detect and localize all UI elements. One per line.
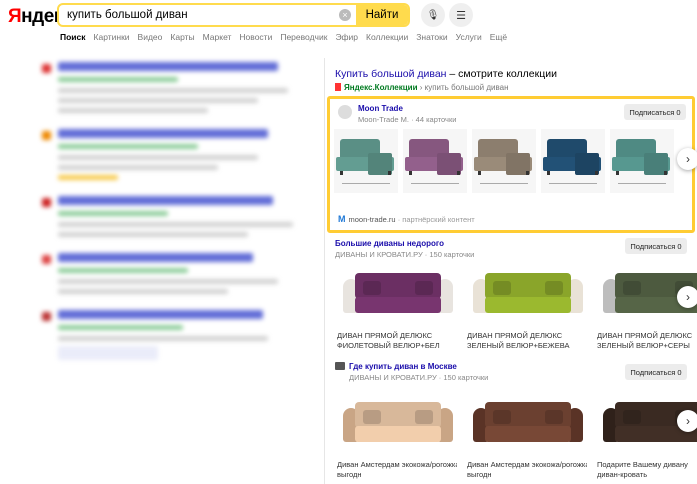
wizard-title[interactable]: Купить большой диван – смотрите коллекци… <box>335 68 557 80</box>
sofa-image <box>337 392 457 454</box>
source-brand-link[interactable]: Яндекс.Коллекции <box>344 83 418 92</box>
collection-header-moscow-sofas: Где купить диван в Москве ДИВАНЫ И КРОВА… <box>335 362 687 384</box>
product-caption: Диван Амстердам экокожа/рогожка - выгодн <box>337 460 457 480</box>
tab-9[interactable]: Знатоки <box>416 32 447 42</box>
card-footer: Mmoon-trade.ru · партнёрский контент <box>338 214 475 224</box>
tab-10[interactable]: Услуги <box>456 32 482 42</box>
product-title-line: ДИВАН ПРЯМОЙ ДЕЛЮКС <box>337 331 433 340</box>
product-caption: ДИВАН ПРЯМОЙ ДЕЛЮКС ЗЕЛЕНЫЙ ВЕЛЮР+СЕРЫ <box>597 331 697 351</box>
yandex-serp: Яндекс × Найти 🎙 ☰ ПоискКартинкиВидеоКар… <box>0 0 697 484</box>
carousel-next-button[interactable]: › <box>677 148 697 170</box>
product-caption: Подарите Вашему дивану диван-кровать <box>597 460 697 480</box>
subscribe-button[interactable]: Подписаться 0 <box>625 238 687 254</box>
collection-subtitle: Moon-Trade M. · 44 карточки <box>358 115 457 124</box>
collection-card-moon-trade: Moon Trade Moon-Trade M. · 44 карточки П… <box>327 96 695 233</box>
subscribe-button[interactable]: Подписаться 0 <box>624 104 686 120</box>
product-title-line: Подарите Вашему дивану <box>597 460 688 469</box>
product-title-line: Диван Амстердам экокожа/рогожка - <box>337 460 457 469</box>
sofa-thumbnail[interactable] <box>472 129 536 193</box>
product-title-line: выгодн <box>337 470 362 479</box>
settings-icon: ☰ <box>456 9 466 22</box>
product-card[interactable]: Диван Амстердам экокожа/рогожка - выгодн <box>337 392 457 480</box>
microphone-icon: 🎙 <box>426 9 440 21</box>
footer-host-link[interactable]: moon-trade.ru <box>349 215 396 224</box>
result-item <box>38 62 300 113</box>
collection-source: ДИВАНЫ И КРОВАТИ.РУ · 150 карточки <box>349 373 489 382</box>
search-input[interactable] <box>59 5 334 25</box>
tab-8[interactable]: Коллекции <box>366 32 408 42</box>
find-button[interactable]: Найти <box>356 5 408 25</box>
product-caption: Диван Амстердам экокожа/рогожка - выгодн <box>467 460 587 480</box>
wizard-source: Яндекс.Коллекции › купить большой диван <box>335 83 508 92</box>
collection-source: ДИВАНЫ И КРОВАТИ.РУ · 150 карточки <box>335 250 475 259</box>
product-title-line: ДИВАН ПРЯМОЙ ДЕЛЮКС <box>597 331 693 340</box>
sofa-image <box>337 263 457 325</box>
avatar[interactable] <box>338 105 352 119</box>
search-settings-button[interactable]: ☰ <box>449 3 473 27</box>
subscribe-button[interactable]: Подписаться 0 <box>625 364 687 380</box>
tab-1[interactable]: Картинки <box>94 32 130 42</box>
tab-4[interactable]: Маркет <box>203 32 232 42</box>
tab-7[interactable]: Эфир <box>335 32 358 42</box>
card-header: Moon Trade Moon-Trade M. · 44 карточки П… <box>338 103 686 129</box>
carousel-next-button[interactable]: › <box>677 410 697 432</box>
voice-search-button[interactable]: 🎙 <box>421 3 445 27</box>
sofa-image <box>467 263 587 325</box>
sofa-image <box>467 392 587 454</box>
chevron-right-icon: › <box>686 414 690 428</box>
product-title-line: Диван Амстердам экокожа/рогожка - <box>467 460 587 469</box>
collection-name[interactable]: Где купить диван в Москве <box>335 362 457 371</box>
sofa-thumbnail[interactable] <box>334 129 398 193</box>
tab-3[interactable]: Карты <box>170 32 194 42</box>
collection-image-icon <box>335 362 345 370</box>
carousel-next-button[interactable]: › <box>677 286 697 308</box>
search-tabs: Поиск Картинки Видео Карты Маркет Новости Пере… <box>60 32 515 42</box>
product-card[interactable]: ДИВАН ПРЯМОЙ ДЕЛЮКС ФИОЛЕТОВЫЙ ВЕЛЮР+БЕЛ <box>337 263 457 351</box>
thumbnail-carousel <box>334 129 674 193</box>
search-bar: × Найти <box>57 3 410 27</box>
moon-trade-logo-icon: M <box>338 214 346 224</box>
product-caption: ДИВАН ПРЯМОЙ ДЕЛЮКС ЗЕЛЕНЫЙ ВЕЛЮР+БЕЖЕВА <box>467 331 587 351</box>
result-item <box>38 129 300 180</box>
result-item <box>38 196 300 237</box>
collection-name[interactable]: Большие диваны недорого <box>335 239 444 248</box>
tab-5[interactable]: Новости <box>239 32 272 42</box>
product-title-line: ЗЕЛЕНЫЙ ВЕЛЮР+СЕРЫ <box>597 341 690 350</box>
result-item <box>38 253 300 294</box>
chevron-right-icon: › <box>686 152 690 166</box>
tab-11[interactable]: Ещё <box>490 32 507 42</box>
collections-flag-icon <box>335 83 341 91</box>
product-title-line: ЗЕЛЕНЫЙ ВЕЛЮР+БЕЖЕВА <box>467 341 570 350</box>
result-item <box>38 310 300 360</box>
product-card[interactable]: ДИВАН ПРЯМОЙ ДЕЛЮКС ЗЕЛЕНЫЙ ВЕЛЮР+СЕРЫ <box>597 263 697 351</box>
sofa-thumbnail[interactable] <box>610 129 674 193</box>
product-card[interactable]: Диван Амстердам экокожа/рогожка - выгодн <box>467 392 587 480</box>
clear-icon: × <box>339 9 351 21</box>
tab-6[interactable]: Переводчик <box>280 32 327 42</box>
product-caption: ДИВАН ПРЯМОЙ ДЕЛЮКС ФИОЛЕТОВЫЙ ВЕЛЮР+БЕЛ <box>337 331 457 351</box>
chevron-right-icon: › <box>686 290 690 304</box>
collection-header-large-sofas: Большие диваны недорого ДИВАНЫ И КРОВАТИ… <box>335 238 687 261</box>
product-title-line: ДИВАН ПРЯМОЙ ДЕЛЮКС <box>467 331 563 340</box>
product-title-line: ФИОЛЕТОВЫЙ ВЕЛЮР+БЕЛ <box>337 341 440 350</box>
product-card[interactable]: Подарите Вашему дивану диван-кровать <box>597 392 697 480</box>
sofa-thumbnail[interactable] <box>541 129 605 193</box>
product-card[interactable]: ДИВАН ПРЯМОЙ ДЕЛЮКС ЗЕЛЕНЫЙ ВЕЛЮР+БЕЖЕВА <box>467 263 587 351</box>
sofa-thumbnail[interactable] <box>403 129 467 193</box>
product-title-line: выгодн <box>467 470 492 479</box>
product-title-line: диван-кровать <box>597 470 648 479</box>
logo-first-letter: Я <box>8 6 22 27</box>
clear-search-button[interactable]: × <box>334 5 356 25</box>
organic-results-blurred <box>38 62 300 482</box>
tab-0[interactable]: Поиск <box>60 32 86 42</box>
collection-name[interactable]: Moon Trade <box>358 104 403 113</box>
collections-wizard: Купить большой диван – смотрите коллекци… <box>324 58 697 484</box>
tab-2[interactable]: Видео <box>138 32 163 42</box>
